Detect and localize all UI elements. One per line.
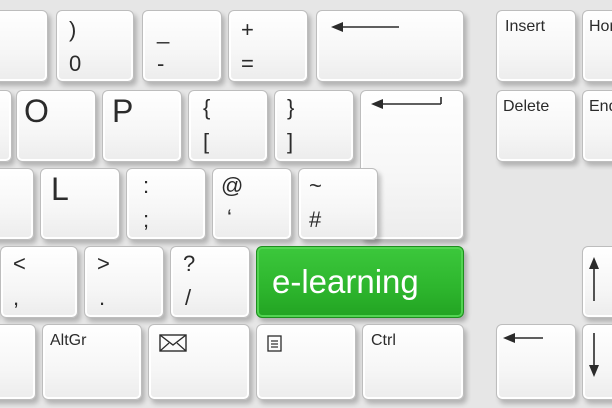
key-minus[interactable]: _ - (142, 10, 222, 82)
key-ctrl[interactable]: Ctrl (362, 324, 464, 400)
key-equals-shift-legend: + (241, 17, 254, 42)
key-backspace[interactable] (316, 10, 464, 82)
key-slash[interactable]: ? / (170, 246, 250, 318)
key-altgr[interactable]: AltGr (42, 324, 142, 400)
key-mail[interactable] (148, 324, 250, 400)
keyboard-photo: { "row1": { "k0": {"top":")","bottom":"0… (0, 0, 612, 408)
key-period[interactable]: > . (84, 246, 164, 318)
key-bracket-left-shift-legend: { (203, 95, 211, 120)
key-delete[interactable]: Delete (496, 90, 576, 162)
key-home-legend: Hor (589, 18, 612, 35)
key-period-legend: . (99, 285, 106, 310)
key-period-shift-legend: > (97, 251, 110, 276)
key-partial-left-row3[interactable] (0, 168, 34, 240)
key-bracket-right-shift-legend: } (287, 95, 295, 120)
key-p-legend: P (112, 93, 134, 129)
key-hash-legend: # (309, 207, 322, 232)
key-minus-legend: - (157, 51, 165, 76)
key-semicolon[interactable]: : ; (126, 168, 206, 240)
key-o-legend: O (24, 93, 49, 129)
key-comma-shift-legend: < (13, 251, 26, 276)
key-end-legend: End (589, 98, 612, 115)
key-arrow-left[interactable] (496, 324, 576, 400)
key-end[interactable]: End (582, 90, 612, 162)
key-comma[interactable]: < , (0, 246, 78, 318)
enter-arrow-icon (371, 97, 442, 109)
backspace-arrow-icon (331, 22, 399, 32)
key-l[interactable]: L (40, 168, 120, 240)
key-l-legend: L (51, 171, 69, 207)
key-equals[interactable]: + = (228, 10, 308, 82)
key-insert-legend: Insert (505, 18, 546, 35)
key-altgr-legend: AltGr (50, 332, 87, 349)
key-ctrl-legend: Ctrl (371, 332, 396, 349)
key-o[interactable]: O (16, 90, 96, 162)
e-learning-label: e-learning (272, 263, 419, 300)
key-bracket-left[interactable]: { [ (188, 90, 268, 162)
key-semicolon-legend: ; (143, 207, 150, 232)
key-semicolon-shift-legend: : (143, 173, 150, 198)
key-p[interactable]: P (102, 90, 182, 162)
key-partial-left-row1[interactable] (0, 10, 48, 82)
e-learning-key[interactable]: e-learning (256, 246, 464, 318)
key-menu[interactable] (256, 324, 356, 400)
key-slash-legend: / (185, 285, 192, 310)
key-quote-shift-legend: @ (221, 173, 244, 198)
key-bracket-right-legend: ] (287, 129, 294, 154)
key-insert[interactable]: Insert (496, 10, 576, 82)
key-arrow-up[interactable] (582, 246, 612, 318)
key-quote[interactable]: @ ‘ (212, 168, 292, 240)
key-0-shift-legend: ) (69, 17, 77, 42)
key-partial-left-row2[interactable] (0, 90, 12, 162)
key-0-legend: 0 (69, 51, 82, 76)
key-hash-shift-legend: ~ (309, 173, 322, 198)
key-arrow-down[interactable] (582, 324, 612, 400)
menu-icon (267, 335, 282, 352)
key-delete-legend: Delete (503, 98, 550, 115)
key-minus-shift-legend: _ (157, 19, 170, 44)
key-bracket-left-legend: [ (203, 129, 210, 154)
arrow-down-icon (589, 333, 599, 377)
key-home[interactable]: Hor (582, 10, 612, 82)
key-hash[interactable]: ~ # (298, 168, 378, 240)
key-partial-left-row5[interactable] (0, 324, 36, 400)
key-bracket-right[interactable]: } ] (274, 90, 354, 162)
key-slash-shift-legend: ? (183, 251, 196, 276)
envelope-icon (159, 334, 187, 352)
key-0[interactable]: ) 0 (56, 10, 134, 82)
key-comma-legend: , (13, 285, 20, 310)
arrow-up-icon (589, 257, 599, 301)
arrow-left-icon (503, 333, 543, 343)
key-equals-legend: = (241, 51, 254, 76)
key-quote-legend: ‘ (227, 205, 232, 230)
